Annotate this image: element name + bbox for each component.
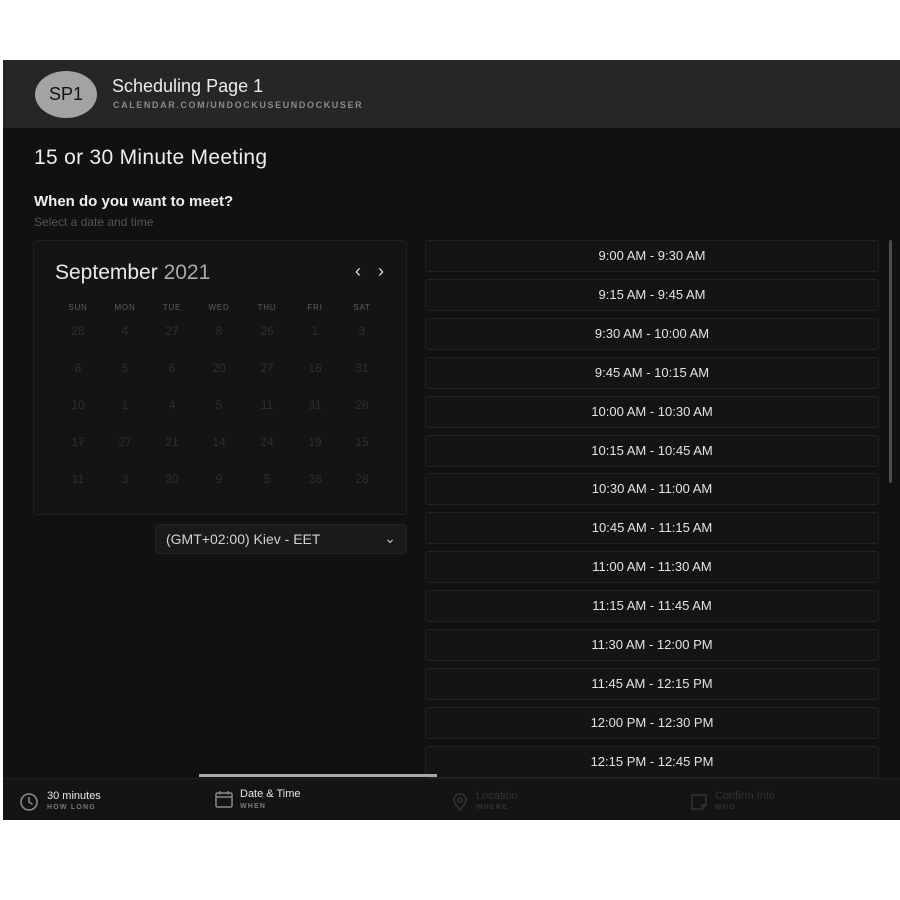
calendar-day[interactable]: 31 [342, 361, 382, 375]
chevron-down-icon: ⌄ [384, 530, 396, 546]
calendar-day[interactable]: 15 [342, 435, 382, 449]
time-slot-button[interactable]: 9:30 AM - 10:00 AM [425, 317, 879, 350]
tab-duration-label: 30 minutes [47, 790, 101, 802]
timezone-value: (GMT+02:00) Kiev - EET [166, 531, 321, 547]
scheduling-app: SP1 Scheduling Page 1 CALENDAR.COM/UNDOC… [3, 60, 900, 820]
tab-confirm-info-label: Confirm Info [715, 790, 775, 802]
active-tab-indicator [199, 774, 437, 777]
weekday-header: THU [257, 303, 277, 312]
calendar-day[interactable]: 27 [247, 361, 287, 375]
tab-confirm-info-sub: WHO [715, 804, 736, 811]
time-slot-button[interactable]: 11:45 AM - 12:15 PM [425, 667, 879, 700]
time-slot-button[interactable]: 9:00 AM - 9:30 AM [425, 240, 879, 272]
calendar-day[interactable]: 24 [247, 435, 287, 449]
page-title: Scheduling Page 1 [112, 76, 264, 96]
calendar-day[interactable]: 20 [152, 472, 192, 486]
calendar-day[interactable]: 6 [152, 361, 192, 375]
calendar-day[interactable]: 11 [58, 472, 98, 486]
page-header: SP1 Scheduling Page 1 CALENDAR.COM/UNDOC… [3, 60, 900, 128]
note-icon [691, 794, 707, 810]
calendar-day[interactable]: 9 [199, 472, 239, 486]
calendar-day[interactable]: 3 [342, 324, 382, 338]
time-slot-button[interactable]: 9:45 AM - 10:15 AM [425, 356, 879, 389]
time-slot-button[interactable]: 10:45 AM - 11:15 AM [425, 512, 879, 545]
page-url: CALENDAR.COM/UNDOCKUSEUNDOCKUSER [113, 100, 364, 110]
tab-location-label: Location [476, 790, 518, 802]
calendar-day[interactable]: 14 [199, 435, 239, 449]
timezone-select[interactable]: (GMT+02:00) Kiev - EET ⌄ [155, 524, 407, 554]
slot-list-scrollbar[interactable] [889, 240, 892, 483]
weekday-header: WED [208, 303, 230, 312]
month-calendar: September 2021 ‹ › SUN MON TUE WED THU FRI SAT… [33, 240, 407, 515]
calendar-month-name: September [55, 261, 158, 284]
calendar-day[interactable]: 19 [295, 435, 335, 449]
tab-location-sub: WHERE [476, 804, 509, 811]
calendar-day[interactable]: 21 [152, 435, 192, 449]
tab-duration-sub: HOW LONG [47, 804, 96, 811]
time-slot-button[interactable]: 11:15 AM - 11:45 AM [425, 590, 879, 623]
chevron-right-icon[interactable]: › [378, 261, 384, 282]
weekday-header: TUE [162, 303, 182, 312]
calendar-day[interactable]: 4 [152, 398, 192, 412]
weekday-header: SAT [353, 303, 371, 312]
weekday-header: FRI [307, 303, 323, 312]
calendar-day[interactable]: 11 [247, 398, 287, 412]
calendar-day[interactable]: 3 [105, 472, 145, 486]
time-slot-button[interactable]: 9:15 AM - 9:45 AM [425, 278, 879, 311]
chevron-left-icon[interactable]: ‹ [355, 261, 361, 282]
calendar-day[interactable]: 20 [199, 361, 239, 375]
location-pin-icon [453, 793, 467, 812]
tab-duration[interactable]: 30 minutes HOW LONG [17, 779, 197, 820]
time-slot-button[interactable]: 11:30 AM - 12:00 PM [425, 629, 879, 661]
time-slot-button[interactable]: 10:00 AM - 10:30 AM [425, 395, 879, 428]
meeting-title: 15 or 30 Minute Meeting [34, 146, 268, 169]
calendar-day[interactable]: 1 [105, 398, 145, 412]
calendar-day[interactable]: 5 [247, 472, 287, 486]
time-slot-button[interactable]: 11:00 AM - 11:30 AM [425, 551, 879, 584]
tab-location[interactable]: Location WHERE [449, 779, 669, 820]
calendar-day[interactable]: 10 [58, 398, 98, 412]
calendar-day[interactable]: 17 [58, 435, 98, 449]
calendar-icon [215, 791, 233, 808]
calendar-day[interactable]: 26 [247, 324, 287, 338]
weekday-header: SUN [68, 303, 88, 312]
calendar-day[interactable]: 5 [199, 398, 239, 412]
calendar-day[interactable]: 27 [105, 435, 145, 449]
calendar-day[interactable]: 28 [342, 398, 382, 412]
calendar-day[interactable]: 27 [152, 324, 192, 338]
tab-date-time[interactable]: Date & Time WHEN [213, 779, 433, 820]
calendar-day[interactable]: 8 [58, 361, 98, 375]
weekday-header: MON [114, 303, 136, 312]
time-slot-list[interactable]: 9:00 AM - 9:30 AM 9:15 AM - 9:45 AM 9:30 A… [425, 238, 880, 778]
tab-date-time-sub: WHEN [240, 803, 267, 810]
calendar-day[interactable]: 5 [105, 361, 145, 375]
time-slot-button[interactable]: 10:30 AM - 11:00 AM [425, 473, 879, 506]
calendar-day[interactable]: 28 [295, 472, 335, 486]
calendar-month-label: September 2021 [55, 261, 210, 285]
calendar-day[interactable]: 28 [58, 324, 98, 338]
calendar-day[interactable]: 1 [295, 324, 335, 338]
clock-icon [20, 793, 38, 811]
calendar-day[interactable]: 28 [342, 472, 382, 486]
avatar: SP1 [35, 71, 97, 118]
tab-confirm-info[interactable]: Confirm Info WHO [689, 779, 889, 820]
step-tab-bar: 30 minutes HOW LONG Date & Time WHEN Loc… [3, 778, 900, 820]
calendar-day[interactable]: 4 [105, 324, 145, 338]
calendar-day[interactable]: 18 [295, 361, 335, 375]
tab-date-time-label: Date & Time [240, 788, 301, 800]
calendar-day[interactable]: 31 [295, 398, 335, 412]
time-slot-button[interactable]: 12:15 PM - 12:45 PM [425, 745, 879, 778]
date-question-heading: When do you want to meet? [34, 193, 234, 210]
date-question-hint: Select a date and time [34, 215, 154, 229]
time-slot-button[interactable]: 10:15 AM - 10:45 AM [425, 434, 879, 467]
calendar-day[interactable]: 8 [199, 324, 239, 338]
calendar-year: 2021 [163, 261, 211, 284]
time-slot-button[interactable]: 12:00 PM - 12:30 PM [425, 706, 879, 739]
